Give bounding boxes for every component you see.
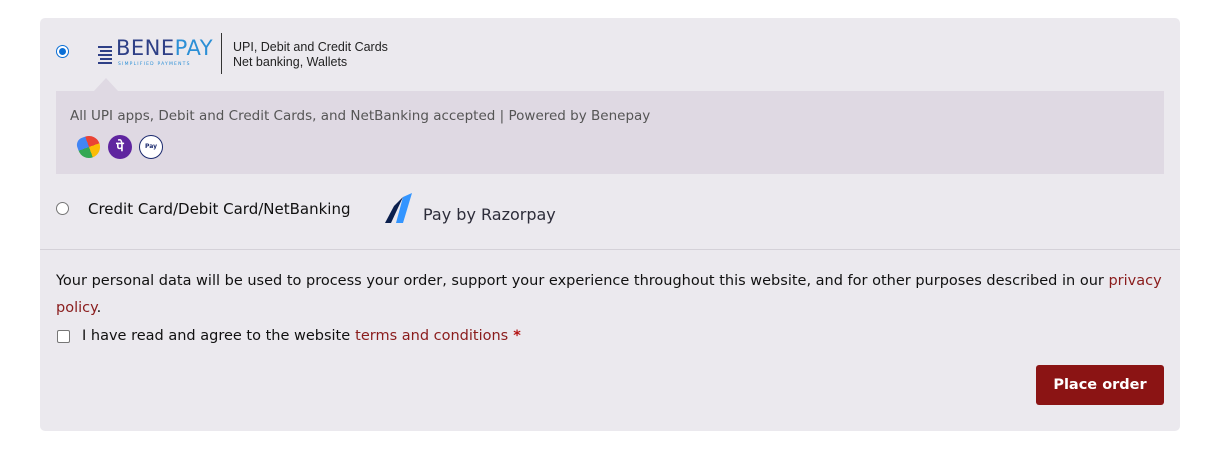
- phonepe-icon: [108, 135, 132, 159]
- terms-checkbox[interactable]: [57, 329, 70, 343]
- razorpay-radio[interactable]: [56, 202, 69, 215]
- upi-app-icons: [74, 132, 163, 162]
- razorpay-logo-icon: [385, 193, 412, 223]
- benepay-wordmark: BENEPAY: [116, 36, 213, 60]
- privacy-period: .: [96, 300, 102, 316]
- paytm-icon: [139, 135, 163, 159]
- terms-text: I have read and agree to the website: [82, 328, 351, 344]
- benepay-line-1: UPI, Debit and Credit Cards: [233, 40, 388, 54]
- benepay-word-bene: BENE: [116, 36, 175, 60]
- privacy-text: Your personal data will be used to proce…: [56, 273, 1104, 289]
- benepay-tagline: SIMPLIFIED PAYMENTS: [118, 62, 191, 67]
- razorpay-label[interactable]: Credit Card/Debit Card/NetBanking: [88, 200, 351, 218]
- benepay-description: UPI, Debit and Credit Cards Net banking,…: [233, 40, 388, 70]
- benepay-word-pay: PAY: [174, 36, 214, 60]
- benepay-info-text: All UPI apps, Debit and Credit Cards, an…: [70, 108, 651, 124]
- google-pay-icon: [74, 132, 104, 162]
- terms-link[interactable]: terms and conditions: [355, 328, 508, 344]
- benepay-line-2: Net banking, Wallets: [233, 55, 348, 69]
- place-order-button[interactable]: Place order: [1036, 365, 1164, 405]
- razorpay-logo-text: Pay by Razorpay: [423, 205, 556, 224]
- required-mark: *: [513, 328, 521, 344]
- benepay-info-box: All UPI apps, Debit and Credit Cards, an…: [56, 91, 1164, 174]
- terms-row: I have read and agree to the website ter…: [57, 328, 521, 344]
- privacy-notice: Your personal data will be used to proce…: [56, 268, 1171, 322]
- benepay-radio[interactable]: [56, 45, 69, 58]
- benepay-separator: [221, 33, 222, 74]
- description-pointer: [94, 78, 118, 91]
- payment-panel: BENEPAY SIMPLIFIED PAYMENTS UPI, Debit a…: [40, 18, 1180, 431]
- section-divider: [40, 249, 1180, 250]
